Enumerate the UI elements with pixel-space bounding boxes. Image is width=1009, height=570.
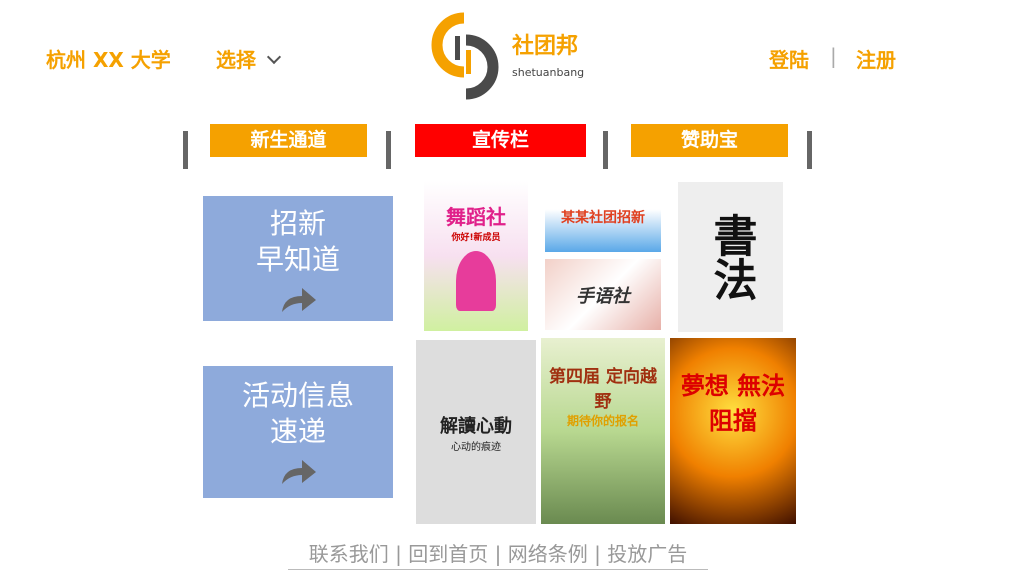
card-title: 活动信息	[241, 379, 354, 412]
logo-icon	[428, 10, 508, 100]
poster-title: 手语社	[576, 285, 630, 307]
school-name: 杭州 XX 大学	[46, 48, 171, 72]
header-divider: |	[830, 44, 837, 68]
tab-freshman[interactable]: 新生通道	[210, 124, 367, 157]
poster-subtitle: 期待你的报名	[566, 414, 639, 428]
dancer-image	[456, 251, 496, 311]
poster-orienteering[interactable]: 第四届 定向越野期待你的报名	[541, 338, 665, 524]
footer-link-ads[interactable]: 投放广告	[607, 542, 687, 566]
footer: 联系我们 | 回到首页 | 网络条例 | 投放广告	[288, 538, 708, 570]
share-arrow-icon	[282, 460, 316, 484]
register-link[interactable]: 注册	[856, 44, 896, 73]
poster-title: 舞蹈社	[446, 205, 506, 229]
footer-link-rules[interactable]: 网络条例	[508, 542, 588, 566]
poster-title: 夢想 無法阻擋	[680, 372, 786, 435]
poster-calligraphy[interactable]: 書法	[678, 182, 783, 332]
poster-title: 書法	[705, 213, 757, 301]
poster-subtitle: 你好!新成员	[451, 233, 501, 243]
tab-sponsor[interactable]: 赞助宝	[631, 124, 788, 157]
footer-link-home[interactable]: 回到首页	[408, 542, 488, 566]
footer-link-contact[interactable]: 联系我们	[309, 542, 389, 566]
card-recruitment[interactable]: 招新 早知道	[203, 196, 393, 321]
tab-bulletin[interactable]: 宣传栏	[415, 124, 586, 157]
chevron-down-icon	[266, 49, 282, 65]
logo-text: 社团邦	[512, 34, 579, 59]
poster-dance[interactable]: 舞蹈社你好!新成员	[424, 181, 528, 331]
card-title: 招新	[269, 207, 326, 240]
poster-club-recruit[interactable]: 某某社团招新	[545, 181, 661, 252]
poster-subtitle: 心动的痕迹	[451, 441, 501, 453]
card-subtitle: 早知道	[255, 243, 340, 276]
poster-title: 第四届 定向越野	[549, 367, 657, 412]
nav-divider	[807, 131, 812, 169]
select-label: 选择	[216, 48, 256, 72]
footer-sep: |	[594, 542, 601, 566]
nav-divider	[603, 131, 608, 169]
poster-sign-language[interactable]: 手语社	[545, 259, 661, 330]
card-subtitle: 速递	[269, 415, 326, 448]
share-arrow-icon	[282, 288, 316, 312]
school-select[interactable]: 选择	[216, 44, 282, 73]
nav-divider	[183, 131, 188, 169]
poster-title: 解讀心動	[440, 415, 512, 437]
footer-sep: |	[494, 542, 502, 566]
login-link[interactable]: 登陆	[769, 44, 809, 73]
logo-subtext: shetuanbang	[512, 66, 585, 79]
poster-heartbeat[interactable]: 解讀心動 心动的痕迹	[416, 340, 536, 524]
poster-dream[interactable]: 夢想 無法阻擋	[670, 338, 796, 524]
nav-divider	[386, 131, 391, 169]
poster-title: 某某社团招新	[561, 209, 645, 226]
card-activities[interactable]: 活动信息 速递	[203, 366, 393, 498]
footer-sep: |	[395, 542, 402, 566]
